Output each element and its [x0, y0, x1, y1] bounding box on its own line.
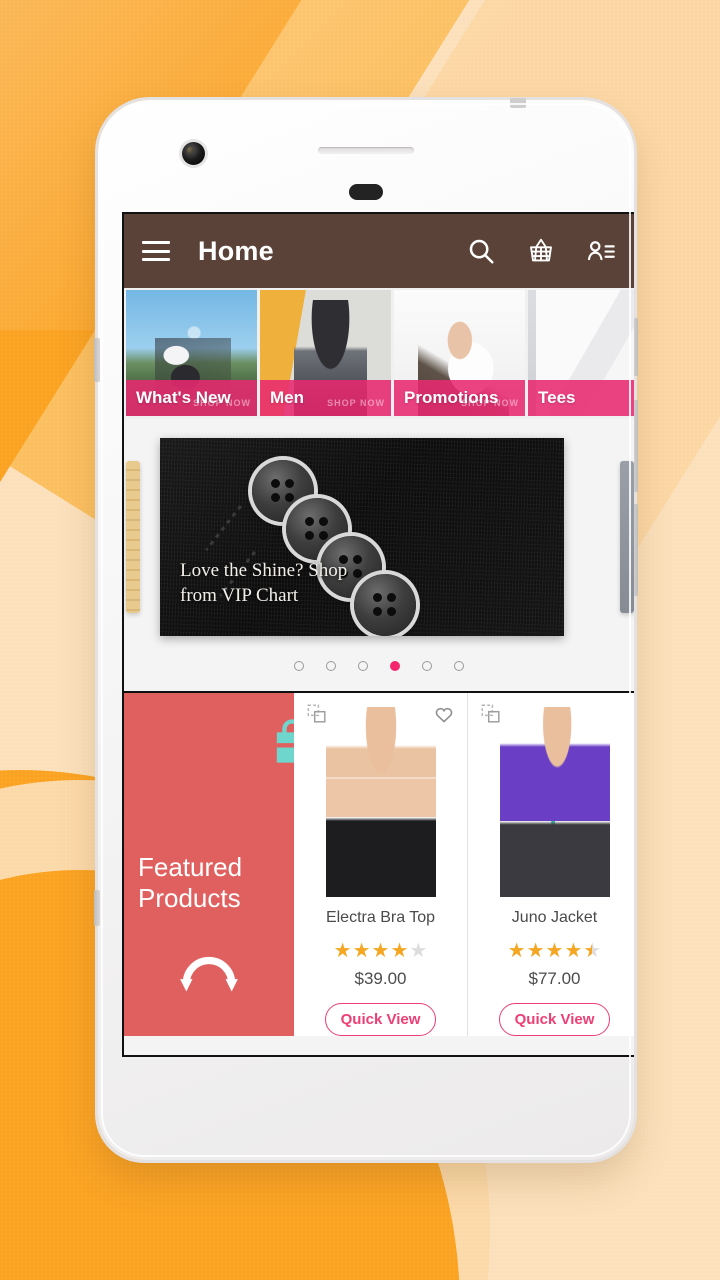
carousel-dot-6[interactable] — [454, 661, 464, 671]
app-bar-actions — [466, 236, 616, 266]
category-label: Men — [270, 388, 304, 407]
star-filled: ★ — [545, 940, 564, 962]
product-name: Electra Bra Top — [325, 909, 436, 926]
button-disc — [354, 574, 416, 636]
quick-view-button[interactable]: Quick View — [324, 1003, 437, 1036]
star-filled: ★ — [564, 940, 583, 962]
banner-slide-active[interactable]: Love the Shine? Shop from VIP Chart — [160, 438, 564, 636]
hamburger-menu-icon[interactable] — [142, 241, 170, 261]
woman-in-gray-sports-bra-photo — [325, 707, 436, 897]
category-strip: What's New SHOP NOW Men SHOP NOW Promoti… — [124, 288, 634, 419]
category-label: Tees — [538, 388, 576, 407]
account-list-icon[interactable] — [586, 236, 616, 266]
star-filled: ★ — [526, 940, 545, 962]
banner-caption-line1: Love the Shine? Shop — [180, 560, 348, 582]
page-title: Home — [198, 235, 274, 266]
proximity-sensor — [349, 184, 383, 200]
category-label-bar: Tees — [528, 380, 634, 416]
star-filled: ★ — [507, 940, 526, 962]
star-filled: ★ — [352, 940, 371, 962]
featured-title-line1: Featured — [138, 852, 243, 883]
shop-now-label: SHOP NOW — [461, 398, 519, 408]
banner-caption: Love the Shine? Shop from VIP Chart — [180, 559, 347, 608]
category-tile-tees[interactable]: Tees — [528, 290, 634, 416]
phone-antenna-line — [510, 98, 526, 108]
carousel-dot-2[interactable] — [326, 661, 336, 671]
phone-left-button-bottom — [94, 890, 100, 926]
carousel-dot-3[interactable] — [358, 661, 368, 671]
phone-mockup: Home What's New SHOP NOW Men SHOP NOW Pr… — [94, 98, 638, 1160]
carousel-track: Love the Shine? Shop from VIP Chart — [124, 431, 634, 643]
star-filled: ★ — [371, 940, 390, 962]
app-bar: Home — [124, 214, 634, 288]
star-empty: ★ — [409, 940, 428, 962]
star-filled: ★ — [333, 940, 352, 962]
featured-products-panel: Featured Products — [124, 693, 308, 1036]
category-tile-promotions[interactable]: Promotions SHOP NOW — [394, 290, 525, 416]
star-filled: ★ — [390, 940, 409, 962]
product-rating: ★ ★ ★ ★ ★ — [334, 941, 428, 961]
front-camera — [182, 142, 205, 165]
woman-in-purple-puffer-jacket-photo — [499, 707, 610, 897]
search-icon[interactable] — [466, 236, 496, 266]
quick-view-button[interactable]: Quick View — [498, 1003, 611, 1036]
phone-screen: Home What's New SHOP NOW Men SHOP NOW Pr… — [122, 212, 634, 1057]
wooden-planks-slide[interactable] — [126, 461, 140, 613]
shopping-basket-icon[interactable] — [526, 236, 556, 266]
carousel-dot-4-active[interactable] — [390, 661, 400, 671]
shop-now-label: SHOP NOW — [193, 398, 251, 408]
category-tile-whats-new[interactable]: What's New SHOP NOW — [126, 290, 257, 416]
featured-products-section: Featured Products Electra Bra Top ★ ★ ★ … — [124, 691, 634, 1036]
gray-slide[interactable] — [620, 461, 634, 613]
product-rating: ★ ★ ★ ★ ★ — [508, 941, 602, 961]
product-price: $77.00 — [528, 969, 581, 988]
star-half: ★ — [583, 940, 602, 962]
earpiece-speaker — [318, 147, 414, 154]
category-tile-men[interactable]: Men SHOP NOW — [260, 290, 391, 416]
heart-icon[interactable] — [433, 703, 455, 730]
carousel-dot-5[interactable] — [422, 661, 432, 671]
product-name: Juno Jacket — [511, 909, 598, 926]
featured-products-title: Featured Products — [138, 852, 280, 912]
product-card[interactable]: Electra Bra Top ★ ★ ★ ★ ★ $39.00 Quick V… — [294, 693, 468, 1036]
refresh-rotate-icon[interactable] — [176, 944, 242, 1010]
phone-left-button-top — [94, 338, 100, 382]
banner-caption-line2: from VIP Chart — [180, 584, 299, 606]
carousel-dots — [124, 643, 634, 671]
banner-carousel[interactable]: Love the Shine? Shop from VIP Chart — [124, 419, 634, 691]
carousel-dot-1[interactable] — [294, 661, 304, 671]
shop-now-label: SHOP NOW — [327, 398, 385, 408]
product-carousel[interactable]: Electra Bra Top ★ ★ ★ ★ ★ $39.00 Quick V… — [294, 693, 634, 1036]
product-card[interactable]: Juno Jacket ★ ★ ★ ★ ★ $77.00 Quick View — [468, 693, 634, 1036]
product-price: $39.00 — [354, 969, 407, 988]
featured-title-line2: Products — [138, 882, 241, 913]
